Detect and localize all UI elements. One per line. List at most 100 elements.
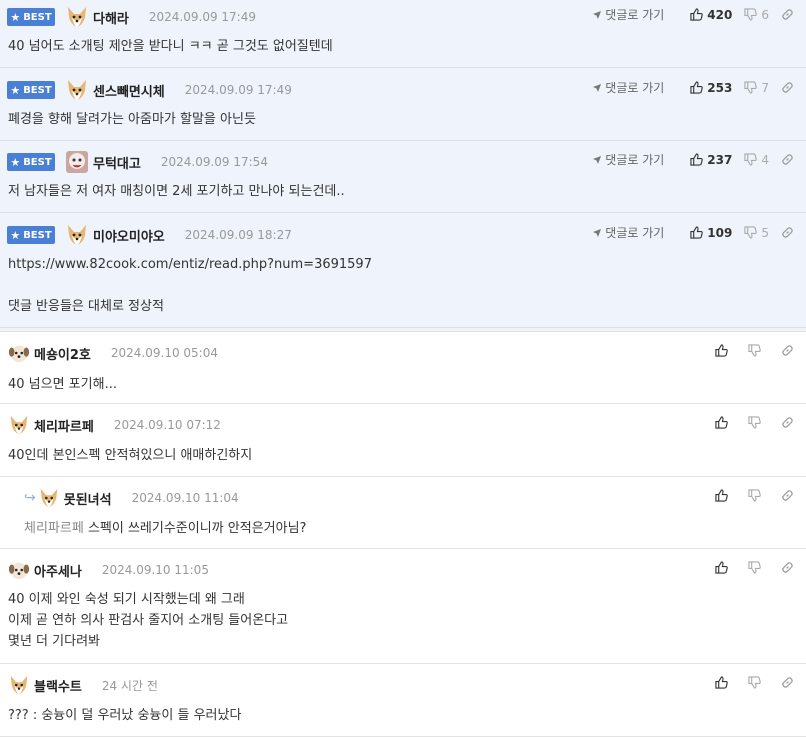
puppy-avatar-icon	[8, 562, 30, 580]
dislike-button[interactable]: 5	[744, 226, 769, 240]
dislike-button[interactable]	[748, 416, 765, 429]
thumbs-down-icon	[748, 416, 761, 429]
like-button[interactable]: 420	[690, 8, 732, 22]
dislike-button[interactable]	[748, 489, 765, 502]
share-link-button[interactable]	[781, 81, 798, 94]
best-badge: ★ BEST	[7, 81, 55, 99]
timestamp: 2024.09.10 11:05	[101, 563, 209, 577]
thumbs-down-icon	[748, 344, 761, 357]
parent-nickname[interactable]: 체리파르페	[24, 521, 84, 536]
link-icon	[782, 154, 793, 165]
thumbs-down-icon	[748, 676, 761, 689]
thumbs-down-icon	[744, 153, 758, 166]
star-icon: ★	[10, 155, 21, 169]
dislike-button[interactable]	[748, 676, 765, 689]
thumbs-down-icon	[744, 226, 758, 239]
nickname[interactable]: 체리파르페	[34, 416, 94, 435]
timestamp: 2024.09.09 18:27	[184, 228, 292, 242]
thumbs-up-icon	[715, 344, 728, 357]
share-link-button[interactable]	[781, 344, 798, 357]
nickname[interactable]: 미야오미야오	[93, 226, 165, 245]
goto-comment-link[interactable]: 댓글로 가기	[592, 151, 664, 168]
dog-avatar-icon	[68, 225, 86, 245]
nickname[interactable]: 센스빼면시체	[93, 81, 165, 100]
best-comment: ★ BEST 무턱대고 2024.09.09 17:54 댓글로 가기 237 4…	[0, 141, 806, 213]
dog-avatar-icon	[10, 675, 28, 695]
nickname[interactable]: 메숑이2호	[34, 344, 91, 363]
comment-text: 체리파르페 스펙이 쓰레기수준이니까 안적은거아님?	[24, 521, 307, 536]
like-button[interactable]	[715, 489, 732, 502]
best-badge: ★ BEST	[7, 8, 55, 26]
nickname[interactable]: 아주세나	[34, 561, 82, 580]
comment-text: ??? : 숭늉이 덜 우러났 숭늉이 들 우러났다	[8, 708, 242, 723]
dislike-count: 6	[761, 7, 769, 22]
comment: 아주세나 2024.09.10 11:05 40 이제 와인 숙성 되기 시작했…	[0, 549, 806, 664]
send-icon	[593, 228, 602, 237]
dislike-button[interactable]	[748, 561, 765, 574]
thumbs-up-icon	[690, 153, 704, 166]
nickname[interactable]: 블랙수트	[34, 676, 82, 695]
comment-list: ★ BEST 다해라 2024.09.09 17:49 댓글로 가기 420 6 …	[0, 0, 806, 737]
like-count: 237	[707, 152, 733, 167]
reply-arrow-icon: ↪	[24, 490, 36, 506]
comment-text: 저 남자들은 저 여자 매칭이면 2세 포기하고 만나야 되는건데..	[8, 184, 345, 199]
thumbs-up-icon	[690, 8, 704, 21]
like-button[interactable]	[715, 561, 732, 574]
timestamp: 2024.09.10 11:04	[131, 491, 239, 505]
photo-avatar-icon	[66, 151, 88, 173]
timestamp: 2024.09.09 17:49	[184, 83, 292, 97]
link-icon	[782, 562, 793, 573]
comment-text: 40 넘어도 소개팅 제안을 받다니 ㅋㅋ 곧 그것도 없어질텐데	[8, 39, 333, 54]
like-button[interactable]: 237	[690, 153, 732, 167]
goto-comment-link[interactable]: 댓글로 가기	[592, 6, 664, 23]
thumbs-down-icon	[748, 489, 761, 502]
share-link-button[interactable]	[781, 489, 798, 502]
share-link-button[interactable]	[781, 561, 798, 574]
dislike-button[interactable]: 6	[744, 8, 769, 22]
comment: 블랙수트 24 시간 전 ??? : 숭늉이 덜 우러났 숭늉이 들 우러났다	[0, 664, 806, 737]
share-link-button[interactable]	[781, 8, 798, 21]
thumbs-up-icon	[715, 489, 728, 502]
dislike-button[interactable]	[748, 344, 765, 357]
nickname[interactable]: 못된녀석	[64, 489, 112, 508]
goto-comment-link[interactable]: 댓글로 가기	[592, 224, 664, 241]
star-icon: ★	[10, 10, 21, 24]
link-icon	[782, 490, 793, 501]
share-link-button[interactable]	[781, 153, 798, 166]
dislike-count: 7	[761, 80, 769, 95]
link-icon	[782, 82, 793, 93]
comment-text: https://www.82cook.com/entiz/read.php?nu…	[8, 257, 372, 314]
like-count: 420	[707, 7, 733, 22]
link-icon	[782, 9, 793, 20]
share-link-button[interactable]	[781, 676, 798, 689]
comment: 체리파르페 2024.09.10 07:12 40인데 본인스펙 안적혀있으니 …	[0, 404, 806, 477]
like-button[interactable]	[715, 344, 732, 357]
dog-avatar-icon	[10, 415, 28, 435]
like-count: 253	[707, 80, 733, 95]
like-button[interactable]	[715, 416, 732, 429]
best-badge: ★ BEST	[7, 226, 55, 244]
comment-text: 40 넘으면 포기해...	[8, 377, 117, 392]
puppy-avatar-icon	[8, 345, 30, 363]
thumbs-up-icon	[690, 226, 704, 239]
dislike-count: 5	[761, 225, 769, 240]
timestamp: 24 시간 전	[101, 678, 158, 693]
best-comment: ★ BEST 미야오미야오 2024.09.09 18:27 댓글로 가기 109…	[0, 213, 806, 328]
thumbs-up-icon	[715, 561, 728, 574]
like-button[interactable]	[715, 676, 732, 689]
link-icon	[782, 677, 793, 688]
like-button[interactable]: 109	[690, 226, 732, 240]
goto-comment-link[interactable]: 댓글로 가기	[592, 79, 664, 96]
dislike-button[interactable]: 4	[744, 153, 769, 167]
share-link-button[interactable]	[781, 226, 798, 239]
star-icon: ★	[10, 83, 21, 97]
like-button[interactable]: 253	[690, 81, 732, 95]
share-link-button[interactable]	[781, 416, 798, 429]
send-icon	[593, 83, 602, 92]
like-count: 109	[707, 225, 733, 240]
reply-comment: ↪ 못된녀석 2024.09.10 11:04 체리파르페 스펙이 쓰레기수준이…	[0, 477, 806, 549]
dislike-button[interactable]: 7	[744, 81, 769, 95]
timestamp: 2024.09.09 17:49	[148, 10, 256, 24]
nickname[interactable]: 다해라	[93, 8, 129, 27]
nickname[interactable]: 무턱대고	[93, 153, 141, 172]
